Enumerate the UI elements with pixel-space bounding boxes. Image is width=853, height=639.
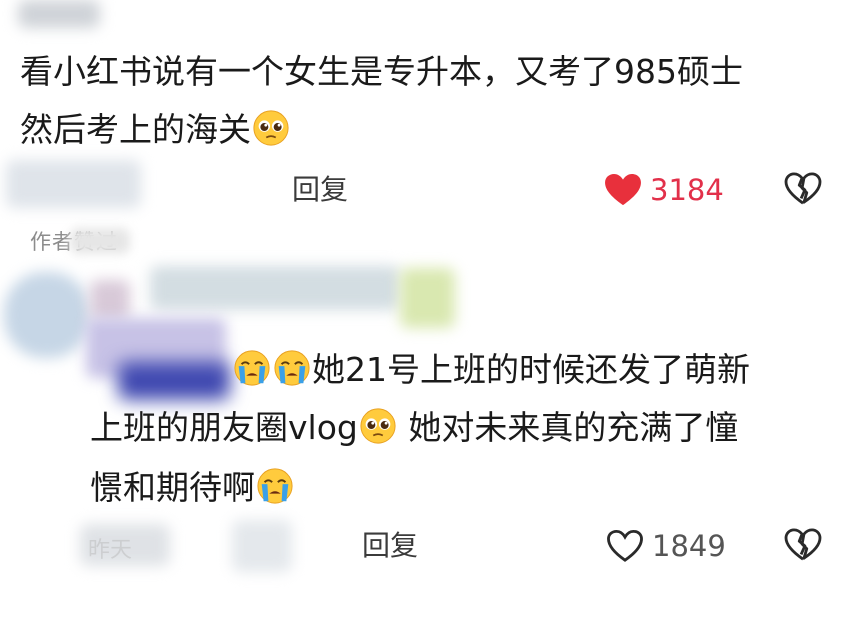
- reply-button-1[interactable]: 回复: [292, 172, 348, 208]
- comment-2-line-1: 她21号上班的时候还发了萌新: [232, 342, 750, 398]
- redacted-username-2c: [400, 268, 455, 328]
- redacted-avatar-2: [4, 272, 90, 358]
- redacted-avatar-top: [18, 0, 100, 28]
- pleading-face-icon: [359, 407, 397, 445]
- loudly-crying-face-icon: [273, 349, 311, 387]
- redacted-username-2b: [150, 266, 400, 310]
- comment-2-line-3: 憬和期待啊: [90, 460, 295, 516]
- redacted-username-2a: [90, 280, 130, 320]
- redacted-location-2: [232, 520, 292, 572]
- redacted-author-overlay: [70, 228, 130, 254]
- pleading-face-icon: [252, 109, 290, 147]
- like-count-1: 3184: [650, 173, 724, 207]
- comment-1-line-2: 然后考上的海关: [20, 102, 291, 158]
- like-count-2: 1849: [652, 529, 726, 563]
- comment-2-line-2: 上班的朋友圈vlog 她对未来真的充满了憧: [90, 407, 739, 447]
- like-button-1[interactable]: 3184: [604, 170, 724, 210]
- redacted-username-1: [6, 160, 141, 208]
- redacted-mention-dark: [118, 362, 230, 400]
- heart-filled-icon: [604, 173, 642, 207]
- reply-button-2[interactable]: 回复: [362, 528, 418, 564]
- broken-heart-icon: [784, 528, 822, 562]
- broken-heart-icon: [784, 172, 822, 206]
- timestamp-2: 昨天: [88, 538, 133, 563]
- loudly-crying-face-icon: [256, 467, 294, 505]
- dislike-button-1[interactable]: [784, 172, 822, 206]
- heart-outline-icon: [606, 529, 644, 563]
- like-button-2[interactable]: 1849: [606, 526, 726, 566]
- dislike-button-2[interactable]: [784, 528, 822, 562]
- comment-1-line-1: 看小红书说有一个女生是专升本，又考了985硕士: [20, 52, 743, 91]
- loudly-crying-face-icon: [233, 349, 271, 387]
